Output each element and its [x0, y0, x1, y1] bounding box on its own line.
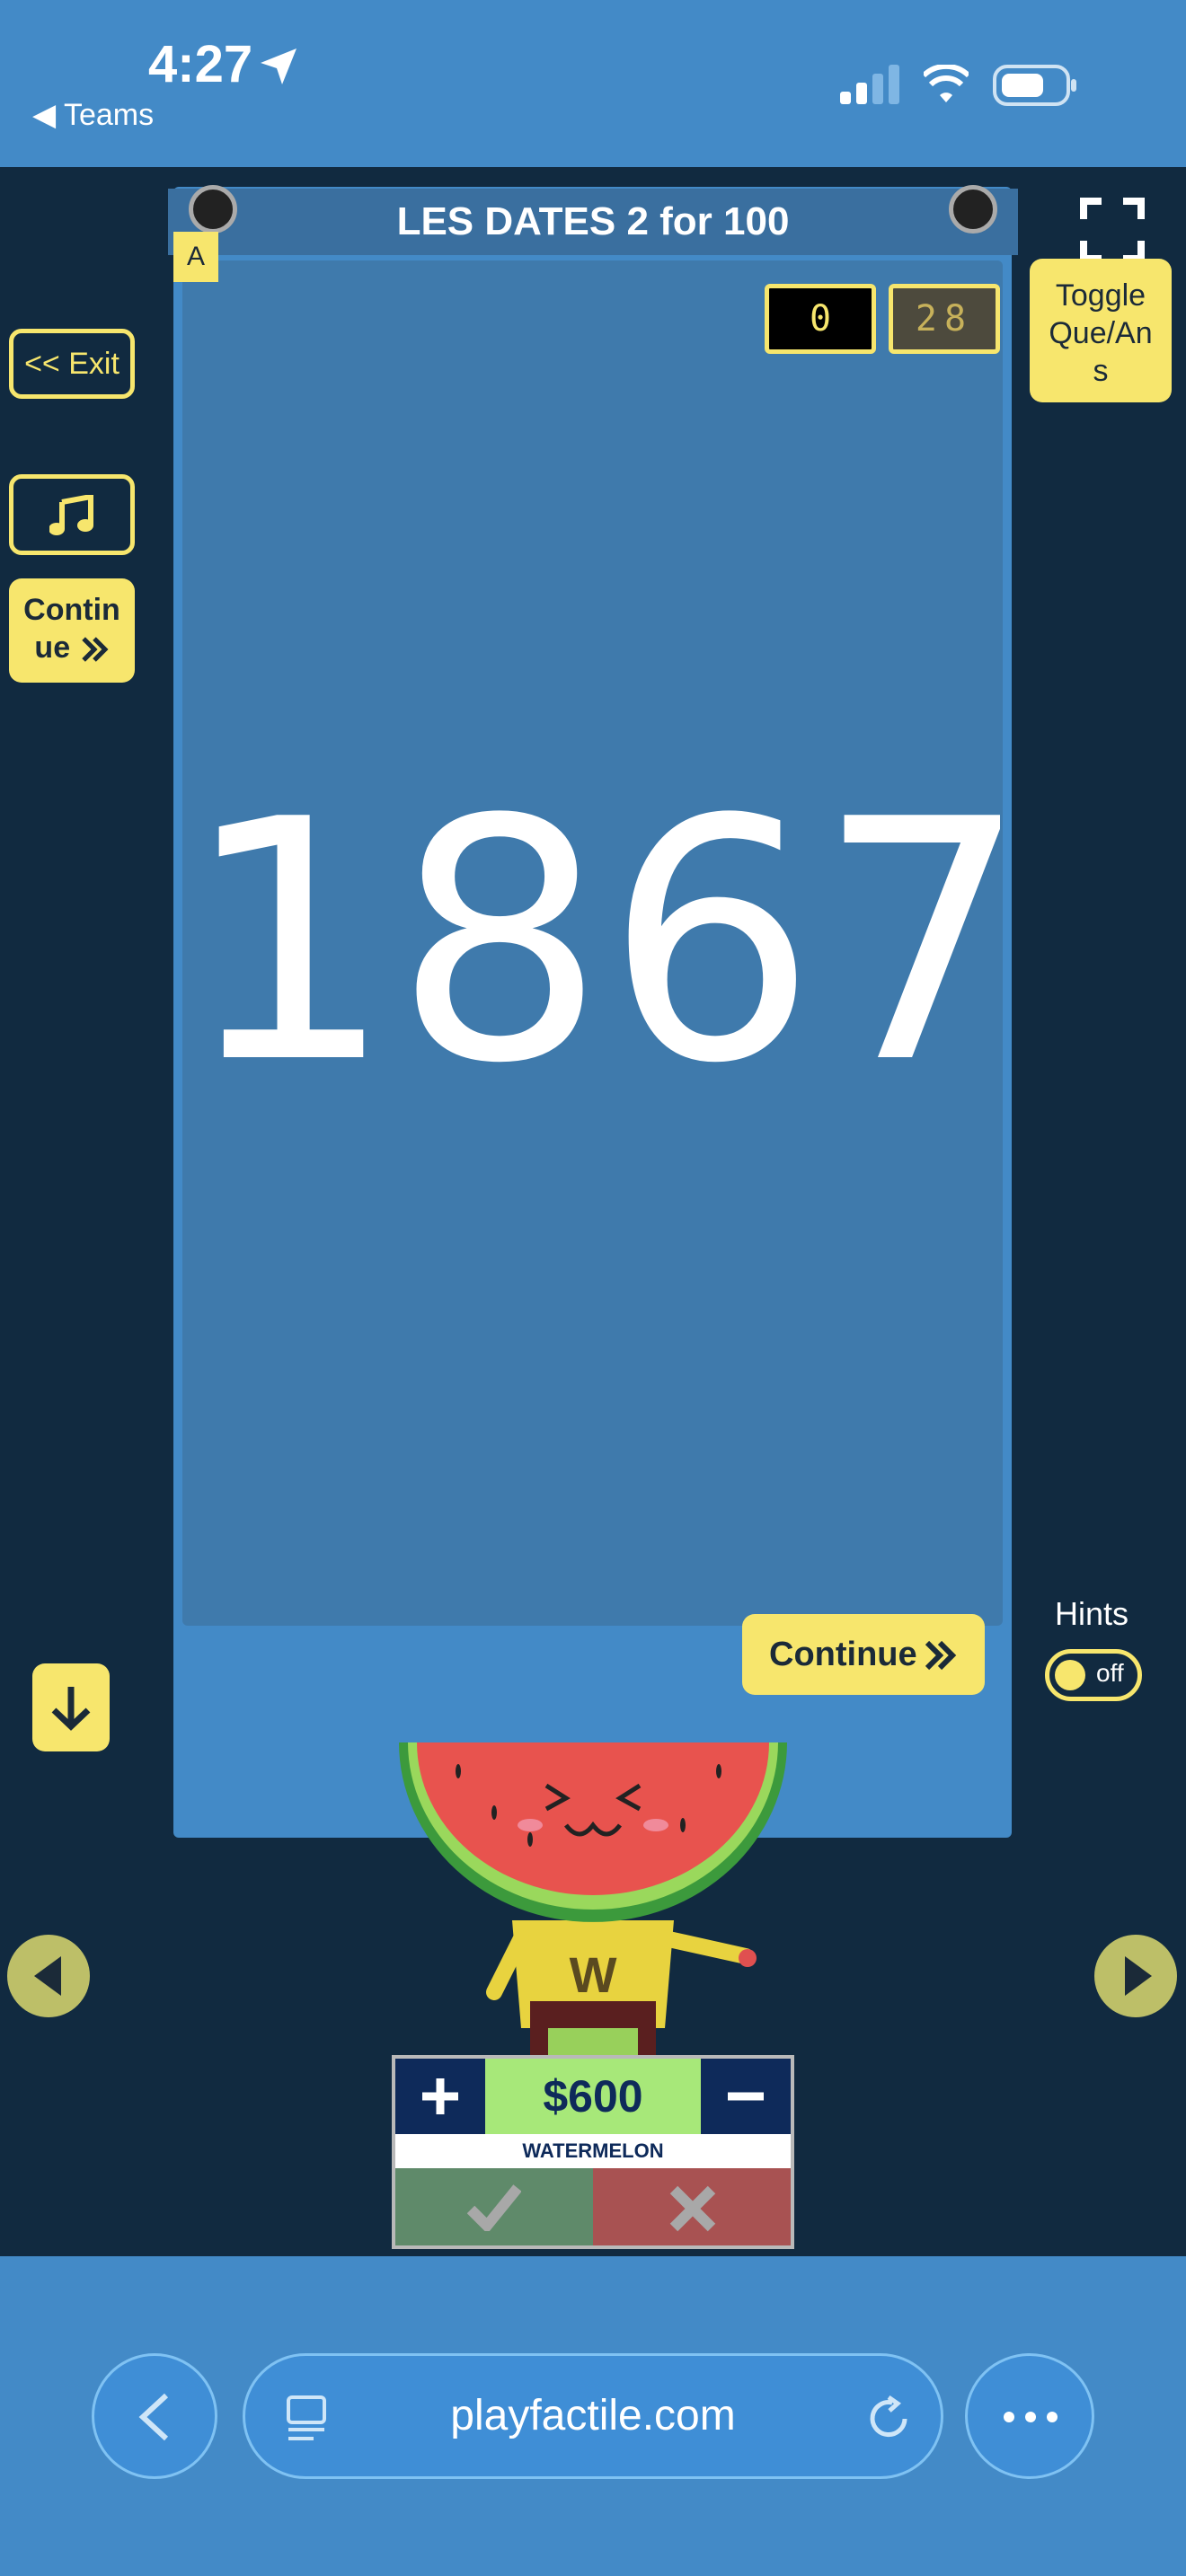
pin-right-icon [949, 185, 997, 234]
browser-back-button[interactable] [92, 2353, 217, 2479]
toggle-question-answer-button[interactable]: Toggle Que/An s [1030, 259, 1172, 402]
left-continue-button[interactable]: Contin ue [9, 578, 135, 683]
more-dots-icon [1004, 2412, 1058, 2422]
double-chevron-right-icon [81, 637, 109, 662]
double-chevron-right-icon [925, 1640, 957, 1671]
left-continue-label-2: ue [34, 631, 71, 665]
reload-icon[interactable] [865, 2395, 912, 2442]
correct-button[interactable] [395, 2168, 593, 2245]
hints-label: Hints [1054, 1595, 1129, 1632]
team-name: WATERMELON [395, 2134, 791, 2168]
battery-icon [993, 65, 1076, 106]
toggle-label-1: Toggle [1055, 278, 1146, 313]
more-options-button[interactable] [965, 2353, 1094, 2479]
triangle-left-icon [34, 1956, 61, 1996]
cellular-signal-icon [840, 65, 899, 104]
minus-icon [728, 2092, 764, 2101]
avatar-letter: W [570, 1946, 617, 2003]
wifi-icon [924, 65, 969, 102]
continue-button[interactable]: Continue [742, 1614, 985, 1695]
watermelon-avatar: W [399, 1742, 787, 2057]
score-box-current: 0 [765, 284, 876, 354]
category-title: LES DATES 2 for 100 [396, 199, 790, 243]
previous-button[interactable] [7, 1935, 90, 2017]
team-score-widget: $600 WATERMELON [392, 2055, 794, 2249]
status-time: 4:27 [148, 35, 253, 93]
music-note-icon [49, 495, 93, 535]
exit-button[interactable]: << Exit [9, 329, 135, 399]
continue-button-label: Continue [769, 1636, 917, 1673]
back-to-teams-link[interactable]: ◀ Teams [32, 97, 154, 133]
hints-state: off [1096, 1659, 1124, 1687]
hints-toggle[interactable]: off [1045, 1649, 1142, 1701]
triangle-right-icon [1125, 1956, 1152, 1996]
arrow-down-icon [51, 1687, 91, 1731]
toggle-knob [1055, 1660, 1085, 1690]
incorrect-button[interactable] [593, 2168, 791, 2245]
plus-icon [422, 2078, 458, 2114]
corner-badge: A [173, 232, 218, 282]
left-continue-label-1: Contin [23, 593, 120, 627]
location-arrow-icon [261, 49, 296, 84]
team-score: $600 [485, 2059, 701, 2134]
music-button[interactable] [9, 474, 135, 555]
score-box-timer: 28 [889, 284, 1000, 354]
x-icon [669, 2185, 716, 2232]
chevron-left-icon [138, 2393, 169, 2441]
decrease-score-button[interactable] [701, 2059, 791, 2134]
scroll-down-button[interactable] [32, 1663, 110, 1751]
address-bar[interactable]: playfactile.com [243, 2353, 943, 2479]
url-text: playfactile.com [450, 2392, 736, 2439]
increase-score-button[interactable] [395, 2059, 485, 2134]
pin-left-icon [189, 185, 237, 234]
check-icon [467, 2184, 521, 2231]
toggle-label-2: Que/An [1049, 316, 1153, 350]
answer-text: 1867 [182, 750, 1029, 1136]
toggle-label-3: s [1093, 354, 1109, 388]
next-button[interactable] [1094, 1935, 1177, 2017]
fullscreen-icon[interactable] [1080, 198, 1145, 262]
